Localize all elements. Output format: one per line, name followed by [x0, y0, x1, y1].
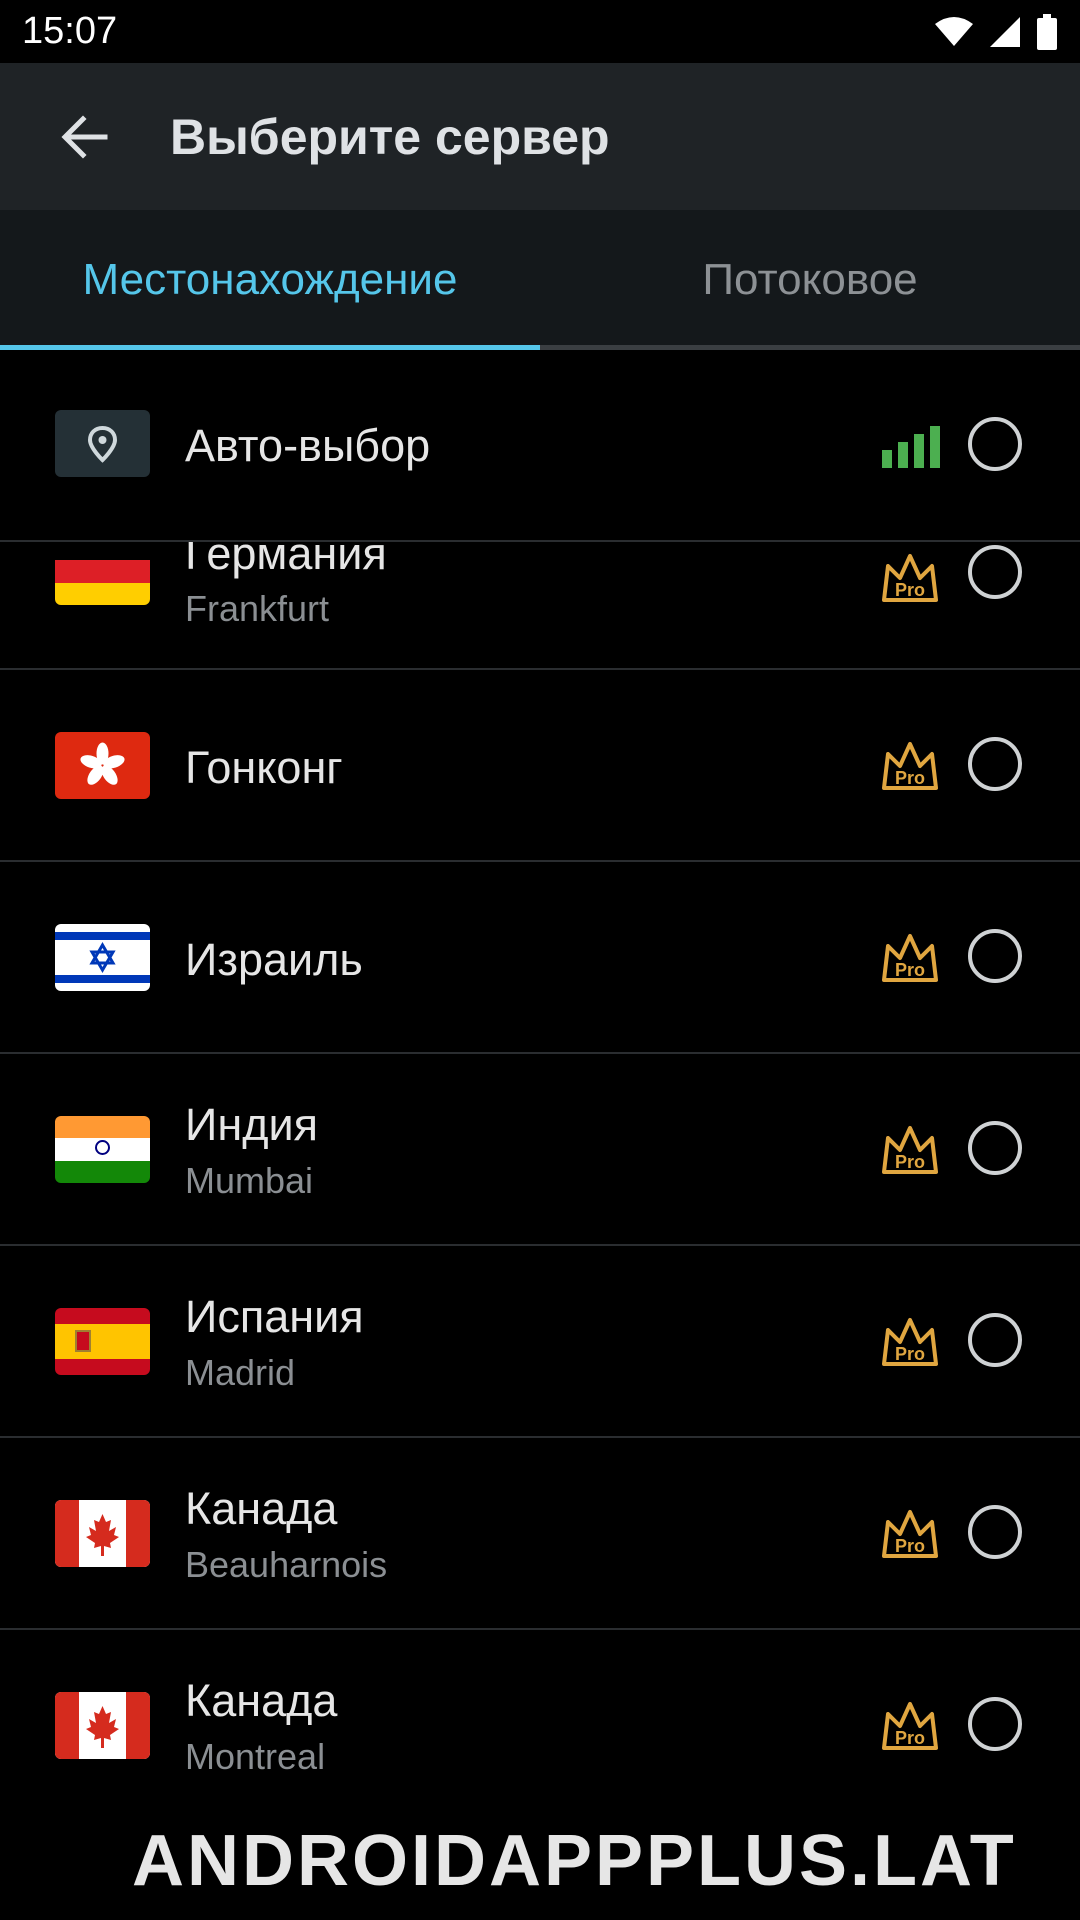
- canada-flag-icon: [55, 1500, 150, 1567]
- radio-button[interactable]: [968, 737, 1022, 791]
- city-name: Beauharnois: [185, 1544, 388, 1585]
- server-row[interactable]: Гонконг Pro: [0, 670, 1080, 862]
- city-name: Mumbai: [185, 1160, 314, 1201]
- status-time: 15:07: [22, 10, 118, 52]
- watermark-text: ANDROIDAPPPLUS.LAT: [132, 1821, 1017, 1901]
- svg-text:Pro: Pro: [895, 1728, 925, 1748]
- pro-crown-icon: Pro: [882, 934, 938, 982]
- svg-text:Pro: Pro: [895, 960, 925, 980]
- server-label: Авто-выбор: [185, 420, 431, 471]
- server-row[interactable]: Израиль Pro: [0, 862, 1080, 1054]
- germany-flag-icon: [55, 542, 150, 605]
- arrow-left-icon: [61, 114, 108, 159]
- pro-crown-icon: Pro: [882, 742, 938, 790]
- pro-crown-icon: Pro: [882, 1318, 938, 1366]
- location-pin-icon: [55, 410, 150, 477]
- city-name: Frankfurt: [185, 588, 330, 629]
- pro-crown-icon: Pro: [882, 1510, 938, 1558]
- country-name: Индия: [185, 1099, 318, 1150]
- server-row[interactable]: Канада Beauharnois Pro: [0, 1438, 1080, 1630]
- country-name: Израиль: [185, 934, 363, 985]
- canada-flag-icon: [55, 1692, 150, 1759]
- svg-text:Pro: Pro: [895, 1152, 925, 1172]
- india-flag-icon: [55, 1116, 150, 1183]
- battery-icon: [1037, 13, 1057, 50]
- country-name: Гонконг: [185, 742, 343, 793]
- radio-button[interactable]: [968, 1121, 1022, 1175]
- status-icons: [934, 13, 1058, 50]
- israel-flag-icon: [55, 924, 150, 991]
- country-name: Канада: [185, 1483, 338, 1534]
- hong-kong-flag-icon: [55, 732, 150, 799]
- city-name: Madrid: [185, 1352, 296, 1393]
- svg-text:Pro: Pro: [895, 580, 925, 600]
- pro-crown-icon: Pro: [882, 1702, 938, 1750]
- back-button[interactable]: [0, 63, 170, 210]
- status-bar: 15:07: [0, 0, 1080, 63]
- radio-button[interactable]: [968, 1313, 1022, 1367]
- tab-streaming[interactable]: Потоковое: [540, 210, 1080, 350]
- svg-text:Pro: Pro: [895, 1536, 925, 1556]
- tab-location[interactable]: Местонахождение: [0, 210, 540, 350]
- radio-button[interactable]: [968, 545, 1022, 599]
- page-title: Выберите сервер: [170, 108, 610, 165]
- server-row[interactable]: Испания Madrid Pro: [0, 1246, 1080, 1438]
- city-name: Montreal: [185, 1736, 326, 1777]
- app-bar: Выберите сервер: [0, 63, 1080, 210]
- radio-button[interactable]: [968, 929, 1022, 983]
- country-name: Германия: [185, 542, 387, 579]
- pro-crown-icon: Pro: [882, 1126, 938, 1174]
- country-name: Испания: [185, 1291, 364, 1342]
- svg-text:Pro: Pro: [895, 768, 925, 788]
- country-name: Канада: [185, 1675, 338, 1726]
- radio-button[interactable]: [968, 1697, 1022, 1751]
- signal-strength-icon: [882, 426, 940, 468]
- pro-crown-icon: Pro: [882, 554, 938, 602]
- spain-flag-icon: [55, 1308, 150, 1375]
- server-row[interactable]: Индия Mumbai Pro: [0, 1054, 1080, 1246]
- server-row[interactable]: Канада Montreal Pro: [0, 1630, 1080, 1822]
- wifi-icon: [935, 16, 973, 46]
- svg-text:Pro: Pro: [895, 1344, 925, 1364]
- radio-button[interactable]: [968, 417, 1022, 471]
- server-row-auto[interactable]: Авто-выбор: [0, 350, 1080, 542]
- tab-bar: Местонахождение Потоковое: [0, 210, 1080, 350]
- radio-button[interactable]: [968, 1505, 1022, 1559]
- cell-signal-icon: [990, 16, 1020, 47]
- server-row[interactable]: Германия Frankfurt Pro: [0, 542, 1080, 670]
